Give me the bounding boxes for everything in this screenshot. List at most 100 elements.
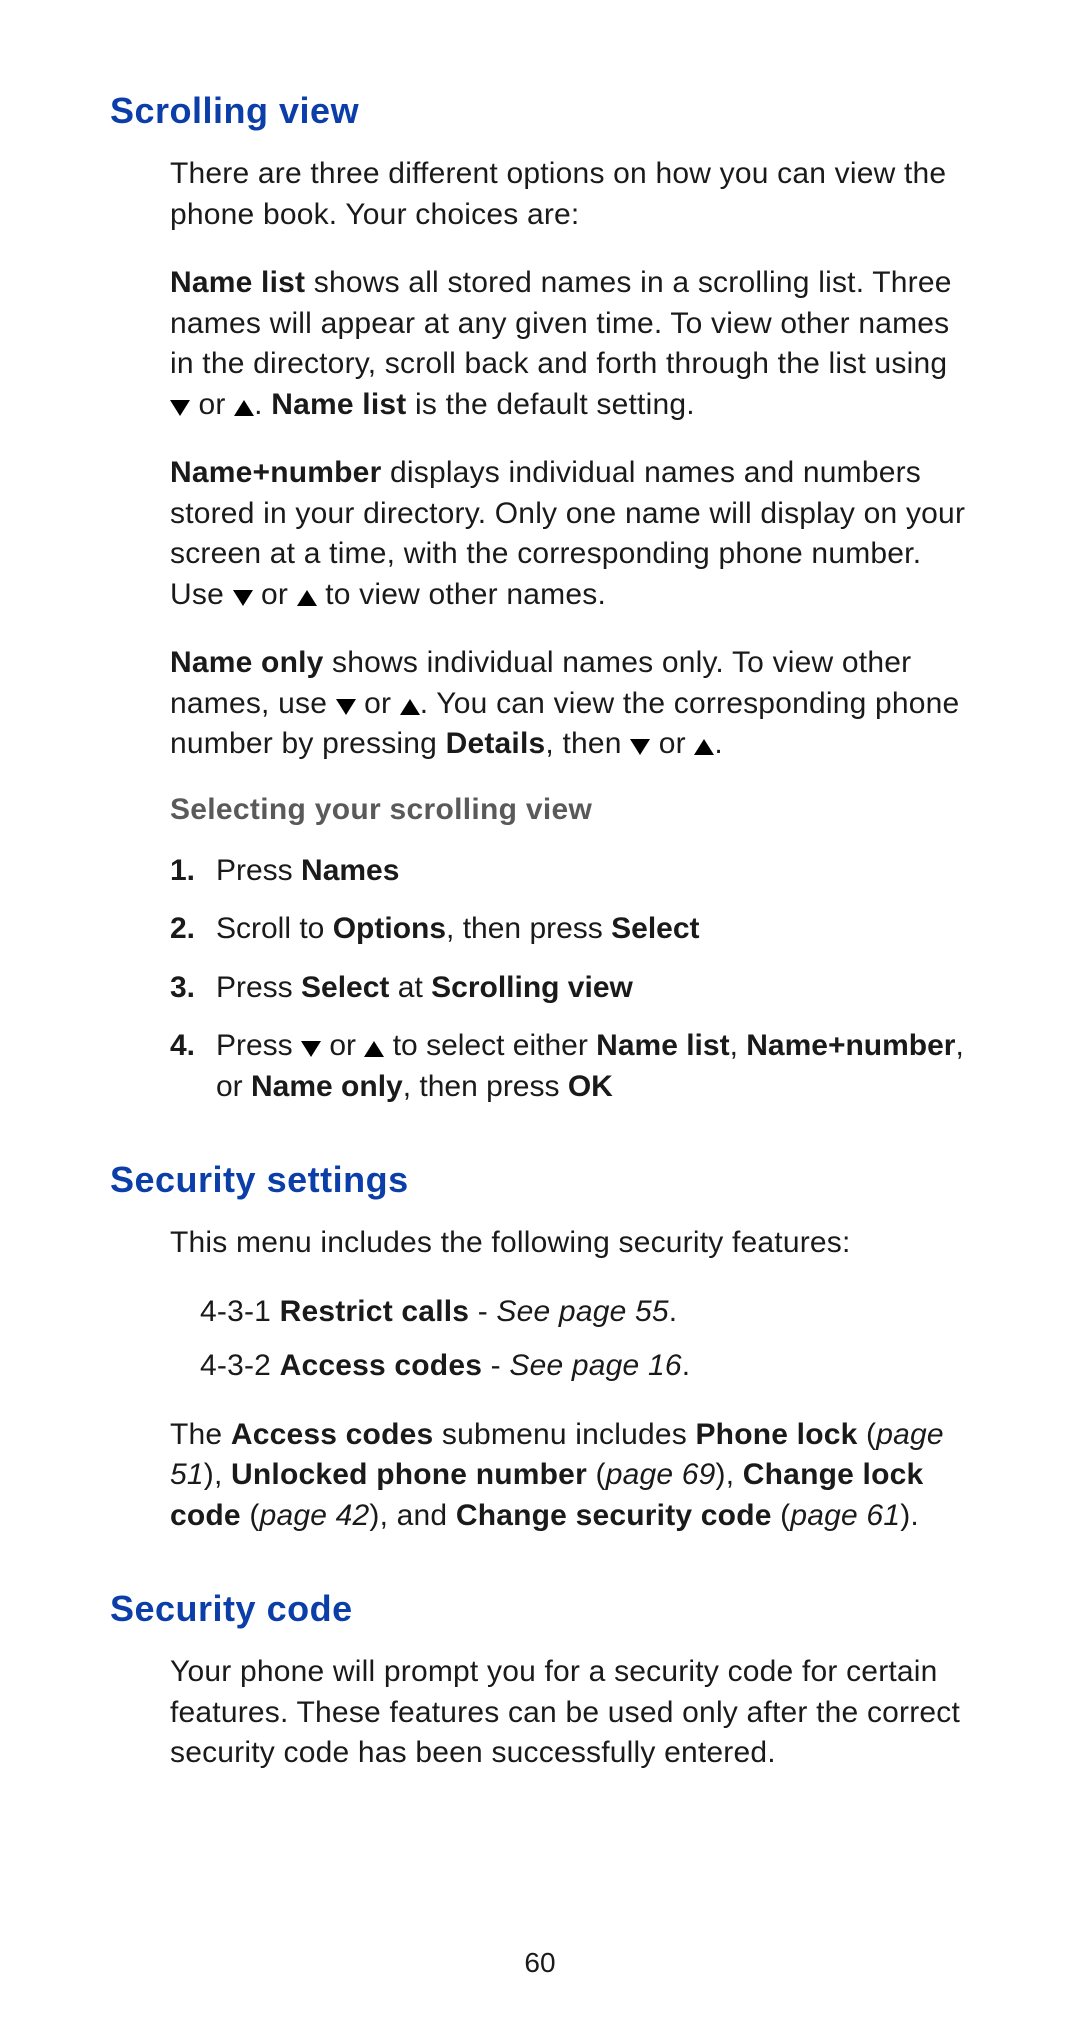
text: The (170, 1418, 231, 1451)
text: ). (900, 1499, 919, 1532)
menu-code: 4-3-2 (200, 1349, 280, 1382)
text: . (714, 727, 723, 760)
text: Scroll to (216, 912, 333, 945)
scrolling-view-body: There are three different options on how… (170, 154, 970, 1107)
page-ref: page 42 (260, 1499, 370, 1532)
text: or (253, 578, 297, 611)
text: Press (216, 1029, 301, 1062)
down-arrow-icon (630, 739, 650, 755)
text: - (482, 1349, 509, 1382)
text: ( (772, 1499, 791, 1532)
heading-security-code: Security code (110, 1588, 970, 1630)
name-only-label: Name only (170, 646, 324, 679)
down-arrow-icon (301, 1041, 321, 1057)
text: is the default setting. (406, 388, 694, 421)
label-change-security-code: Change security code (456, 1499, 772, 1532)
security-code-para: Your phone will prompt you for a securit… (170, 1652, 970, 1774)
key-ok: OK (568, 1070, 613, 1103)
page-ref: See page 55 (496, 1295, 668, 1328)
menu-code: 4-3-1 (200, 1295, 280, 1328)
subheading-selecting-view: Selecting your scrolling view (170, 793, 970, 827)
down-arrow-icon (336, 699, 356, 715)
text: ), (204, 1458, 231, 1491)
key-select: Select (301, 971, 389, 1004)
text: , then press (446, 912, 611, 945)
text: or (321, 1029, 364, 1062)
opt-name-only: Name only (251, 1070, 403, 1103)
text: or (190, 388, 234, 421)
opt-name-list: Name list (596, 1029, 729, 1062)
step-4: 4. Press or to select either Name list, … (170, 1026, 970, 1107)
scrolling-view-intro: There are three different options on how… (170, 154, 970, 235)
page-number: 60 (0, 1947, 1080, 1979)
up-arrow-icon (297, 590, 317, 606)
steps-list: 1. Press Names 2. Scroll to Options, the… (170, 851, 970, 1108)
key-options: Options (333, 912, 446, 945)
step-number: 2. (170, 909, 216, 950)
security-settings-body: This menu includes the following securit… (170, 1223, 970, 1264)
text: , then press (403, 1070, 568, 1103)
label-phone-lock: Phone lock (695, 1418, 857, 1451)
name-number-label: Name+number (170, 456, 381, 489)
menu-label: Access codes (280, 1349, 483, 1382)
text: to view other names. (317, 578, 606, 611)
text: ), (716, 1458, 743, 1491)
label-unlocked-number: Unlocked phone number (231, 1458, 587, 1491)
key-select: Select (611, 912, 699, 945)
text: submenu includes (433, 1418, 695, 1451)
page-ref: page 61 (790, 1499, 900, 1532)
text: Press (216, 971, 301, 1004)
step-text: Scroll to Options, then press Select (216, 909, 970, 950)
text: ( (241, 1499, 260, 1532)
text: or (356, 687, 400, 720)
text: . (254, 388, 271, 421)
name-list-label-2: Name list (271, 388, 406, 421)
menu-item-restrict-calls: 4-3-1 Restrict calls - See page 55. (200, 1292, 970, 1333)
security-code-body: Your phone will prompt you for a securit… (170, 1652, 970, 1774)
text: . (669, 1295, 678, 1328)
access-codes-para: The Access codes submenu includes Phone … (170, 1415, 970, 1537)
text: . (682, 1349, 691, 1382)
menu-item-access-codes: 4-3-2 Access codes - See page 16. (200, 1346, 970, 1387)
step-text: Press Names (216, 851, 970, 892)
key-names: Names (301, 854, 399, 887)
opt-name-number: Name+number (746, 1029, 955, 1062)
text: ( (858, 1418, 877, 1451)
menu-label: Restrict calls (280, 1295, 470, 1328)
up-arrow-icon (400, 699, 420, 715)
up-arrow-icon (364, 1041, 384, 1057)
down-arrow-icon (170, 400, 190, 416)
name-only-para: Name only shows individual names only. T… (170, 643, 970, 765)
security-settings-intro: This menu includes the following securit… (170, 1223, 970, 1264)
name-number-para: Name+number displays individual names an… (170, 453, 970, 615)
page-ref: See page 16 (509, 1349, 681, 1382)
step-number: 4. (170, 1026, 216, 1107)
security-settings-items: 4-3-1 Restrict calls - See page 55. 4-3-… (200, 1292, 970, 1387)
manual-page: Scrolling view There are three different… (0, 0, 1080, 2039)
name-list-label: Name list (170, 266, 305, 299)
details-label: Details (446, 727, 546, 760)
heading-security-settings: Security settings (110, 1159, 970, 1201)
text: , (730, 1029, 747, 1062)
text: or (650, 727, 694, 760)
step-number: 1. (170, 851, 216, 892)
name-list-para: Name list shows all stored names in a sc… (170, 263, 970, 425)
step-number: 3. (170, 968, 216, 1009)
step-text: Press Select at Scrolling view (216, 968, 970, 1009)
text: ), and (369, 1499, 455, 1532)
step-3: 3. Press Select at Scrolling view (170, 968, 970, 1009)
text: , then (545, 727, 630, 760)
label-access-codes: Access codes (231, 1418, 434, 1451)
step-2: 2. Scroll to Options, then press Select (170, 909, 970, 950)
text: at (389, 971, 431, 1004)
text: Press (216, 854, 301, 887)
text: to select either (384, 1029, 596, 1062)
up-arrow-icon (694, 739, 714, 755)
up-arrow-icon (234, 400, 254, 416)
access-codes-detail: The Access codes submenu includes Phone … (170, 1415, 970, 1537)
down-arrow-icon (233, 590, 253, 606)
text: ( (587, 1458, 606, 1491)
step-text: Press or to select either Name list, Nam… (216, 1026, 970, 1107)
key-scrolling-view: Scrolling view (431, 971, 633, 1004)
heading-scrolling-view: Scrolling view (110, 90, 970, 132)
